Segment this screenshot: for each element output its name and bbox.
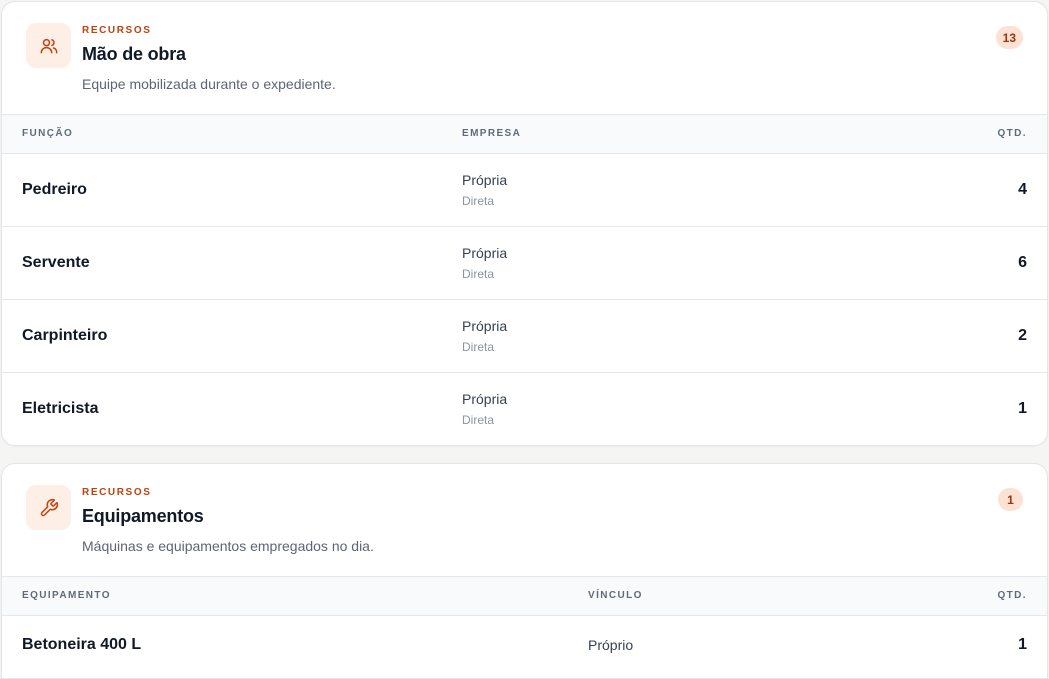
wrench-icon <box>26 485 71 530</box>
column-header-link: VÍNCULO <box>588 590 643 601</box>
contract-type-cell: Direta <box>462 340 495 354</box>
column-header-equipment: EQUIPAMENTO <box>22 590 111 601</box>
qty-cell: 1 <box>1018 400 1027 417</box>
role-cell: Eletricista <box>22 400 99 417</box>
contract-type-cell: Direta <box>462 413 495 427</box>
qty-cell: 6 <box>1018 254 1027 271</box>
company-cell: Própria <box>462 391 508 407</box>
section-eyebrow: RECURSOS <box>82 487 152 498</box>
column-header-company: EMPRESA <box>462 128 522 139</box>
company-cell: Própria <box>462 172 508 188</box>
table-header: EQUIPAMENTO VÍNCULO QTD. <box>2 576 1047 616</box>
section-title: Equipamentos <box>82 506 204 526</box>
table-row: Betoneira 400 L Próprio 1 <box>2 616 1047 673</box>
qty-cell: 1 <box>1018 636 1027 653</box>
equipment-card: RECURSOS Equipamentos Máquinas e equipam… <box>1 463 1048 679</box>
table-body: Pedreiro Própria Direta 4 Servente Própr… <box>2 154 1047 445</box>
table-row: Carpinteiro Própria Direta 2 <box>2 300 1047 373</box>
labor-card: RECURSOS Mão de obra Equipe mobilizada d… <box>1 1 1048 446</box>
section-title: Mão de obra <box>82 44 186 64</box>
company-cell: Própria <box>462 318 508 334</box>
section-subtitle: Equipe mobilizada durante o expediente. <box>82 76 336 92</box>
equipment-cell: Betoneira 400 L <box>22 636 142 653</box>
contract-type-cell: Direta <box>462 267 495 281</box>
table-body: Betoneira 400 L Próprio 1 <box>2 616 1047 673</box>
qty-cell: 2 <box>1018 327 1027 344</box>
role-cell: Pedreiro <box>22 181 87 198</box>
role-cell: Servente <box>22 254 90 271</box>
table-row: Servente Própria Direta 6 <box>2 227 1047 300</box>
company-cell: Própria <box>462 245 508 261</box>
column-header-qty: QTD. <box>997 590 1027 601</box>
qty-cell: 4 <box>1018 181 1027 198</box>
contract-type-cell: Direta <box>462 194 495 208</box>
labor-card-header: RECURSOS Mão de obra Equipe mobilizada d… <box>2 2 1047 114</box>
table-row: Eletricista Própria Direta 1 <box>2 373 1047 445</box>
count-badge: 13 <box>995 26 1023 49</box>
equipment-card-header: RECURSOS Equipamentos Máquinas e equipam… <box>2 464 1047 576</box>
section-subtitle: Máquinas e equipamentos empregados no di… <box>82 538 374 554</box>
table-header: FUNÇÃO EMPRESA QTD. <box>2 114 1047 154</box>
section-eyebrow: RECURSOS <box>82 25 152 36</box>
users-icon <box>26 23 71 68</box>
link-cell: Próprio <box>588 637 634 653</box>
role-cell: Carpinteiro <box>22 327 108 344</box>
column-header-role: FUNÇÃO <box>22 128 74 139</box>
count-badge: 1 <box>998 488 1023 511</box>
column-header-qty: QTD. <box>997 128 1027 139</box>
table-row: Pedreiro Própria Direta 4 <box>2 154 1047 227</box>
